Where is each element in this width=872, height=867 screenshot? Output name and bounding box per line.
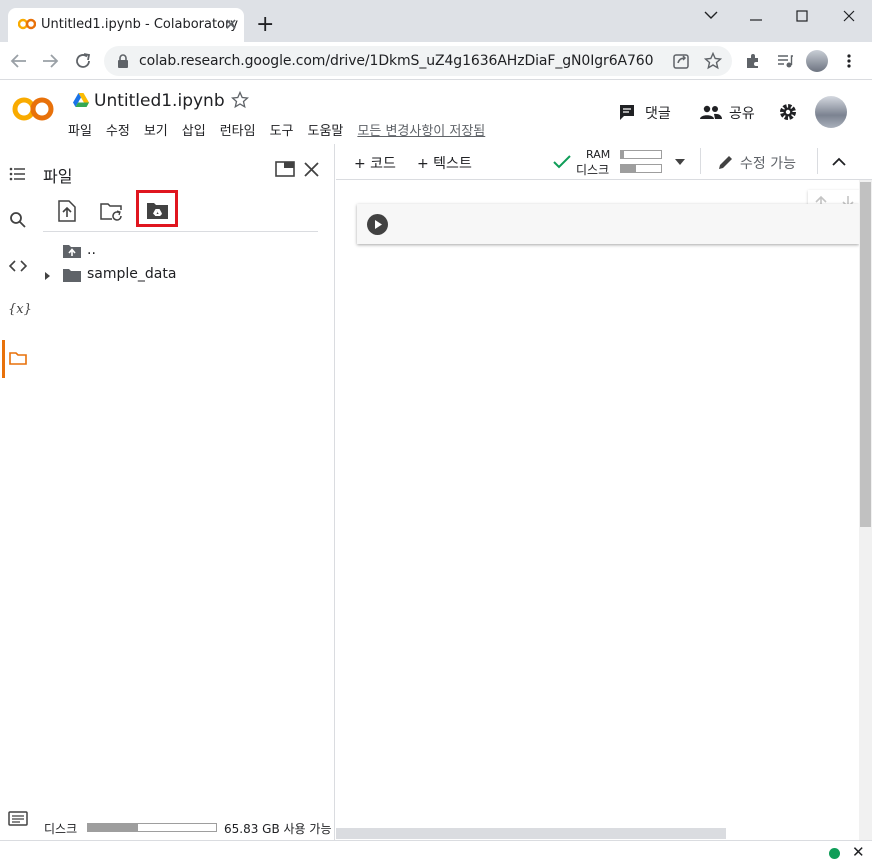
menu-tools[interactable]: 도구 (270, 120, 294, 139)
close-panel-icon[interactable] (303, 161, 320, 178)
upload-file-icon[interactable] (57, 200, 77, 222)
extensions-icon[interactable] (744, 52, 762, 70)
refresh-folder-icon[interactable] (100, 202, 124, 222)
file-tree-item[interactable]: sample_data (87, 266, 176, 282)
comment-button[interactable]: 댓글 (645, 103, 671, 123)
left-rail (0, 144, 36, 840)
maximize-icon[interactable] (787, 6, 817, 26)
add-code-cell-button[interactable]: + 코드 (354, 153, 396, 173)
lock-icon[interactable] (117, 54, 129, 68)
code-cell-editor[interactable] (398, 204, 859, 244)
back-icon[interactable] (10, 52, 28, 70)
run-cell-button[interactable] (367, 214, 388, 235)
colab-logo-icon[interactable] (12, 96, 54, 122)
tab-search-icon[interactable] (696, 6, 726, 26)
code-cell[interactable] (357, 204, 859, 244)
menu-edit[interactable]: 수정 (106, 120, 130, 139)
bookmark-star-icon[interactable] (704, 52, 722, 70)
comment-icon (618, 103, 636, 121)
toolbar-divider (700, 148, 701, 174)
parent-folder-icon (63, 244, 81, 258)
open-in-tab-icon[interactable] (275, 160, 295, 178)
colab-favicon-icon (18, 18, 36, 30)
menu-insert[interactable]: 삽입 (182, 120, 206, 139)
search-icon[interactable] (8, 210, 28, 230)
browser-menu-icon[interactable] (842, 52, 856, 70)
new-tab-button[interactable]: + (256, 14, 274, 36)
save-status[interactable]: 모든 변경사항이 저장됨 (357, 120, 485, 139)
pencil-icon (718, 154, 734, 170)
runtime-disk-label: 디스크 (576, 163, 610, 177)
disk-free-text: 65.83 GB 사용 가능 (224, 822, 332, 836)
expand-arrow-icon[interactable] (44, 271, 52, 281)
status-indicator-icon (829, 848, 840, 859)
menu-file[interactable]: 파일 (68, 120, 92, 139)
collapse-header-icon[interactable] (832, 157, 846, 167)
rail-active-indicator (2, 340, 5, 378)
reload-icon[interactable] (74, 52, 92, 70)
settings-gear-icon[interactable] (778, 102, 798, 122)
disk-usage-fill (88, 824, 138, 831)
variables-icon[interactable]: {x} (8, 302, 32, 322)
horizontal-scrollbar[interactable] (336, 828, 726, 839)
minimize-icon[interactable] (741, 6, 771, 26)
status-bar (0, 840, 872, 867)
disk-runtime-usage-bar[interactable] (620, 164, 662, 173)
drive-icon (73, 93, 89, 107)
url-text[interactable]: colab.research.google.com/drive/1DkmS_uZ… (139, 53, 654, 69)
status-close-icon[interactable]: ✕ (852, 843, 865, 861)
parent-dir-item[interactable]: .. (87, 242, 96, 258)
ram-usage-bar[interactable] (620, 150, 662, 159)
code-snippets-icon[interactable] (8, 256, 28, 276)
profile-avatar[interactable] (806, 50, 828, 72)
vertical-scroll-thumb[interactable] (860, 182, 871, 527)
forward-icon[interactable] (41, 52, 59, 70)
menu-bar: 파일 수정 보기 삽입 런타임 도구 도움말 모든 변경사항이 저장됨 (68, 120, 499, 139)
resources-dropdown-icon[interactable] (674, 158, 686, 166)
star-notebook-icon[interactable] (231, 91, 249, 109)
folder-icon (63, 268, 81, 282)
terminal-icon[interactable] (8, 809, 28, 829)
ram-label: RAM (586, 148, 611, 161)
files-folder-icon[interactable] (8, 348, 28, 368)
share-button[interactable]: 공유 (729, 103, 755, 123)
share-page-icon[interactable] (672, 52, 690, 70)
menu-help[interactable]: 도움말 (308, 120, 344, 139)
user-avatar[interactable] (815, 96, 847, 128)
window-close-icon[interactable] (834, 6, 864, 26)
panel-divider (43, 231, 318, 232)
edit-mode-button[interactable]: 수정 가능 (740, 153, 796, 173)
notebook-title[interactable]: Untitled1.ipynb (94, 91, 225, 111)
browser-tab[interactable]: Untitled1.ipynb - Colaboratory ✕ (8, 8, 244, 42)
media-control-icon[interactable] (776, 52, 794, 70)
menu-view[interactable]: 보기 (144, 120, 168, 139)
toolbar-divider-2 (817, 148, 818, 174)
tab-close-icon[interactable]: ✕ (222, 16, 240, 34)
add-text-cell-button[interactable]: + 텍스트 (417, 153, 472, 173)
menu-runtime[interactable]: 런타임 (220, 120, 256, 139)
disk-label: 디스크 (44, 822, 78, 836)
tab-title: Untitled1.ipynb - Colaboratory (41, 17, 239, 32)
files-panel-title: 파일 (43, 167, 73, 186)
connected-check-icon (553, 155, 571, 169)
people-icon (700, 104, 722, 120)
mount-drive-icon[interactable] (147, 202, 168, 219)
table-of-contents-icon[interactable] (8, 164, 28, 184)
